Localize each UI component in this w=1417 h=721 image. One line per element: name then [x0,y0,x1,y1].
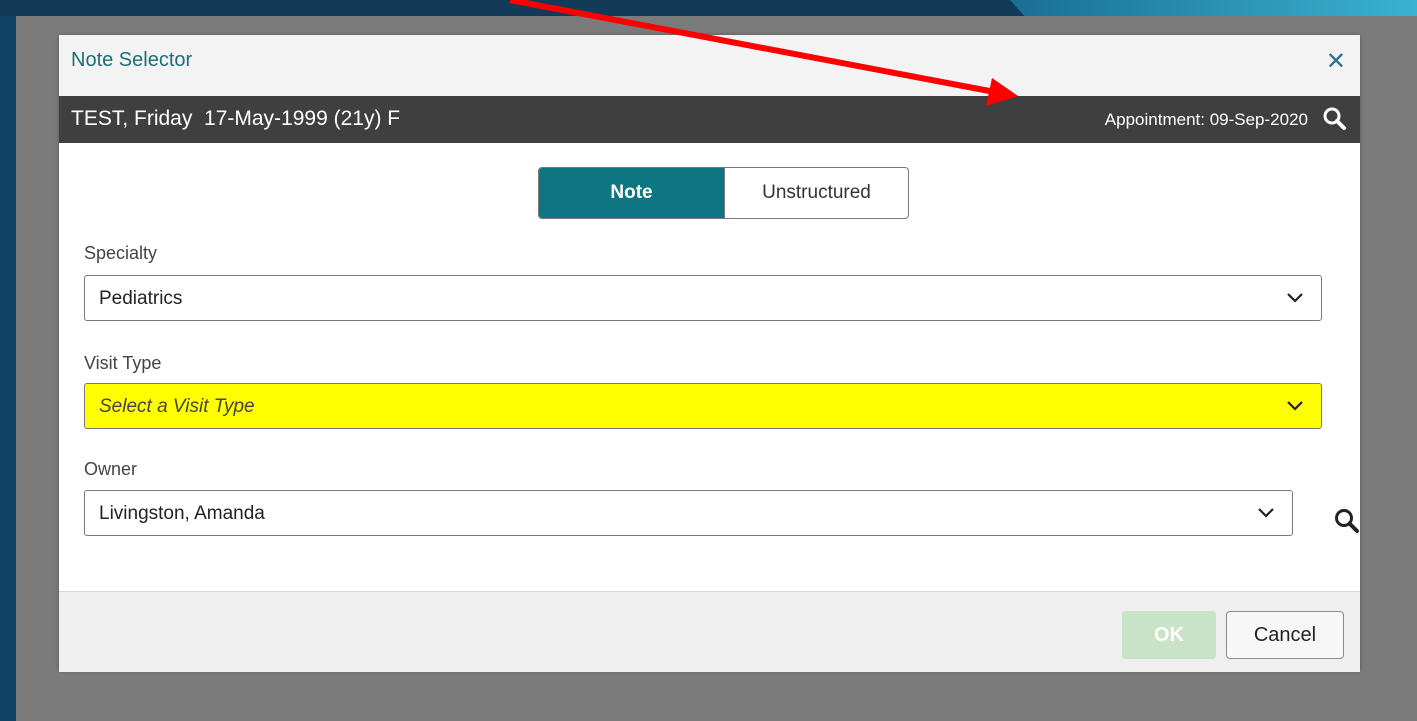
patient-banner: TEST, Friday 17-May-1999 (21y) F Appoint… [59,96,1360,143]
visit-type-select[interactable]: Select a Visit Type [84,383,1322,429]
dialog-title: Note Selector [71,49,193,71]
dialog-title-bar: Note Selector ✕ [59,35,1360,96]
visit-type-label: Visit Type [84,353,162,373]
specialty-select[interactable]: Pediatrics [84,275,1322,321]
note-type-toggle: Note Unstructured [538,167,909,219]
toggle-unstructured-button[interactable]: Unstructured [724,168,908,218]
specialty-value: Pediatrics [99,288,183,309]
background-left-edge [0,0,16,721]
dialog-footer: OK Cancel [59,591,1360,672]
chevron-down-icon [1287,293,1303,303]
visit-type-placeholder: Select a Visit Type [99,396,255,417]
ok-button[interactable]: OK [1122,611,1216,659]
owner-select[interactable]: Livingston, Amanda [84,490,1293,536]
chevron-down-icon [1258,508,1274,518]
note-selector-dialog: Note Selector ✕ TEST, Friday 17-May-1999… [59,35,1361,672]
chevron-down-icon [1287,401,1303,411]
toggle-note-button[interactable]: Note [539,168,724,218]
appointment-date: Appointment: 09-Sep-2020 [1104,110,1308,129]
specialty-label: Specialty [84,243,158,263]
patient-name: TEST, Friday 17-May-1999 (21y) F [71,107,401,130]
search-icon[interactable] [1322,106,1348,132]
owner-value: Livingston, Amanda [99,503,265,524]
close-icon[interactable]: ✕ [1326,47,1346,76]
owner-label: Owner [84,459,138,479]
search-icon[interactable] [1333,507,1361,535]
cancel-button[interactable]: Cancel [1226,611,1344,659]
